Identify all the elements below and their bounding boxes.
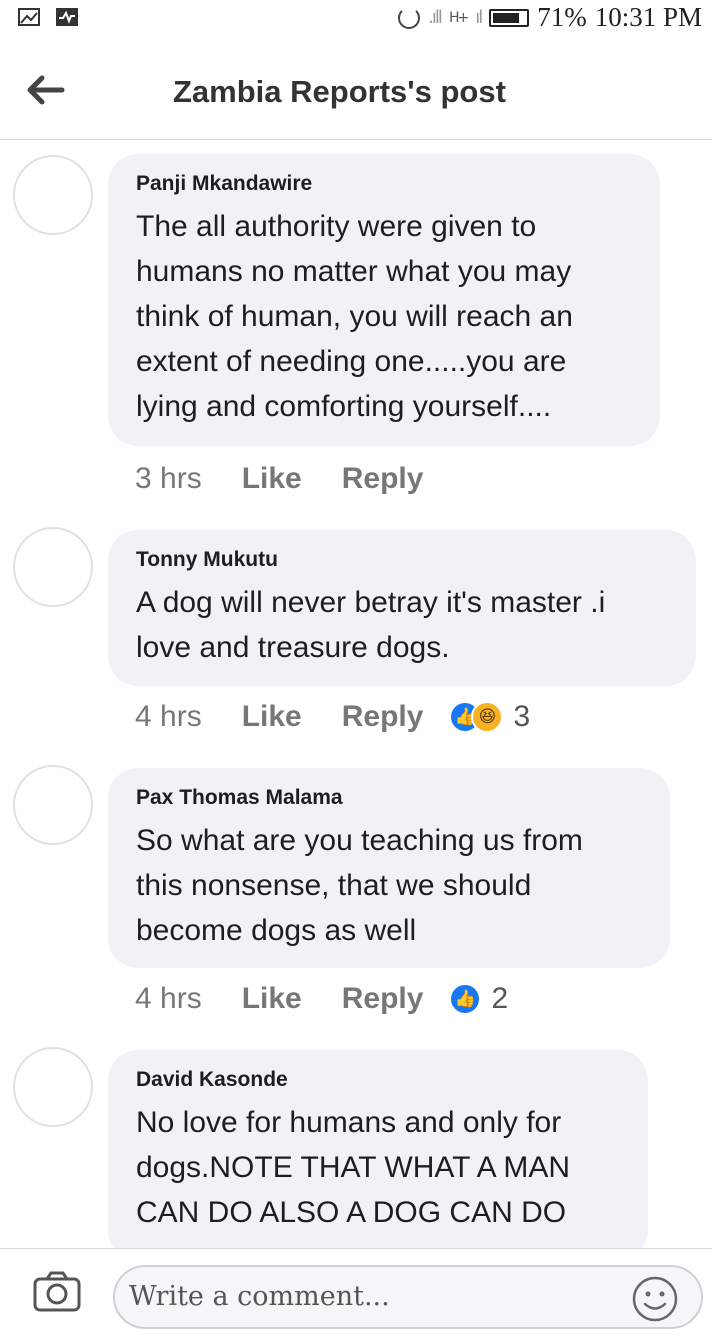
avatar[interactable] bbox=[13, 1047, 93, 1127]
battery-icon bbox=[489, 8, 530, 27]
alarm-clock-icon bbox=[398, 6, 421, 29]
reaction-summary[interactable]: 👍 2 bbox=[449, 982, 508, 1016]
reaction-count: 3 bbox=[513, 700, 531, 733]
like-button[interactable]: Like bbox=[242, 982, 302, 1016]
comment-bubble: Tonny Mukutu A dog will never betray it'… bbox=[108, 530, 696, 686]
status-bar: .ıll H+ ıl 71% 10:31 PM bbox=[0, 0, 712, 36]
comment-text: No love for humans and only for dogs.NOT… bbox=[136, 1106, 570, 1229]
reply-button[interactable]: Reply bbox=[342, 982, 424, 1016]
comment-time[interactable]: 4 hrs bbox=[135, 700, 202, 734]
image-icon bbox=[18, 8, 40, 26]
haha-reaction-icon: 😆 bbox=[471, 701, 504, 733]
emoji-button[interactable] bbox=[631, 1275, 679, 1323]
signal-bars-icon: ıl bbox=[475, 7, 483, 28]
avatar[interactable] bbox=[13, 527, 93, 607]
comment-bubble: Pax Thomas Malama So what are you teachi… bbox=[108, 768, 670, 968]
comment-time[interactable]: 4 hrs bbox=[135, 982, 202, 1016]
camera-icon bbox=[33, 1271, 81, 1312]
camera-button[interactable] bbox=[32, 1271, 82, 1313]
status-right: .ıll H+ ıl 71% 10:31 PM bbox=[398, 2, 702, 33]
status-left-icons bbox=[18, 8, 78, 26]
signal-icon: .ıll bbox=[428, 7, 443, 28]
reaction-count: 2 bbox=[491, 982, 509, 1015]
reply-button[interactable]: Reply bbox=[342, 462, 424, 496]
clock-time: 10:31 PM bbox=[594, 2, 702, 32]
page-title: Zambia Reports's post bbox=[173, 74, 506, 109]
comment-actions: 4 hrs Like Reply 👍 2 bbox=[135, 982, 508, 1016]
reply-button[interactable]: Reply bbox=[342, 700, 424, 734]
network-type-icon: H+ bbox=[448, 9, 469, 26]
comment-bubble: David Kasonde No love for humans and onl… bbox=[108, 1050, 648, 1260]
activity-icon bbox=[56, 8, 78, 26]
back-button[interactable] bbox=[26, 72, 66, 108]
comment-time[interactable]: 3 hrs bbox=[135, 462, 202, 496]
comment-text: The all authority were given to humans n… bbox=[136, 210, 573, 423]
avatar[interactable] bbox=[13, 765, 93, 845]
like-button[interactable]: Like bbox=[242, 700, 302, 734]
like-button[interactable]: Like bbox=[242, 462, 302, 496]
battery-percent: 71% bbox=[537, 2, 587, 32]
smiley-icon bbox=[632, 1276, 678, 1322]
post-header: Zambia Reports's post bbox=[0, 56, 712, 140]
comment-author[interactable]: David Kasonde bbox=[136, 1068, 622, 1092]
comment-composer: Write a comment... bbox=[0, 1248, 712, 1340]
comment-author[interactable]: Pax Thomas Malama bbox=[136, 786, 644, 810]
comment-actions: 3 hrs Like Reply bbox=[135, 462, 463, 496]
comment-text: So what are you teaching us from this no… bbox=[136, 824, 583, 947]
like-reaction-icon: 👍 bbox=[449, 983, 482, 1015]
comment-input-placeholder: Write a comment... bbox=[129, 1281, 390, 1312]
comment-author[interactable]: Panji Mkandawire bbox=[136, 172, 634, 196]
comment-text: A dog will never betray it's master .i l… bbox=[136, 586, 606, 664]
comment-actions: 4 hrs Like Reply 👍 😆 3 bbox=[135, 700, 530, 734]
avatar[interactable] bbox=[13, 155, 93, 235]
reaction-summary[interactable]: 👍 😆 3 bbox=[449, 700, 530, 734]
comment-author[interactable]: Tonny Mukutu bbox=[136, 548, 670, 572]
back-arrow-icon bbox=[27, 75, 65, 105]
comment-input[interactable]: Write a comment... bbox=[113, 1265, 703, 1329]
comment-bubble: Panji Mkandawire The all authority were … bbox=[108, 154, 660, 446]
